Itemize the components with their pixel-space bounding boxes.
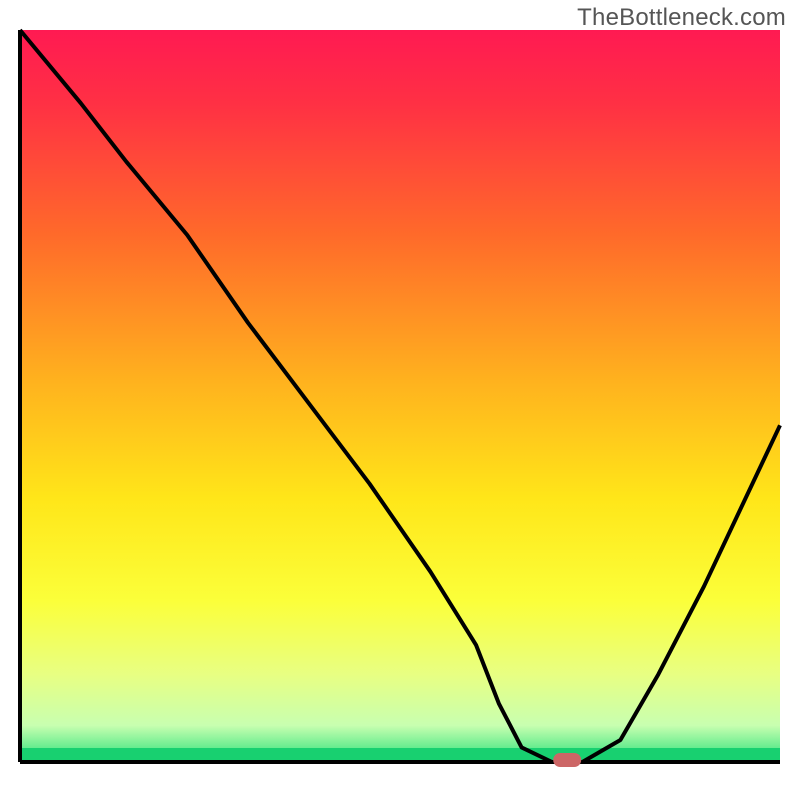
- plot-green-band: [20, 748, 780, 762]
- plot-gradient: [20, 30, 780, 762]
- minimum-marker: [553, 753, 581, 767]
- chart-container: TheBottleneck.com: [0, 0, 800, 800]
- watermark-text: TheBottleneck.com: [577, 4, 786, 32]
- bottleneck-chart: [0, 0, 800, 800]
